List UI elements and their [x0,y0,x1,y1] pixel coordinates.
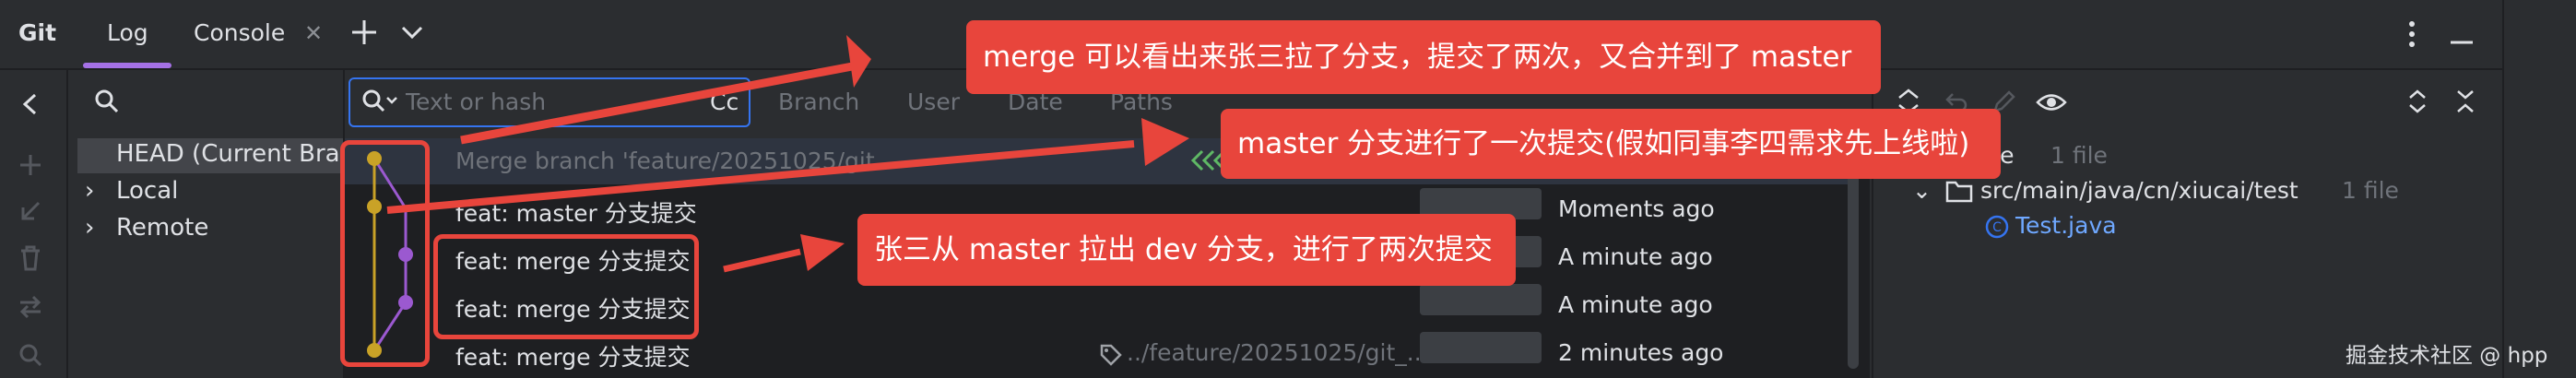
annotation-callout-dev: 张三从 master 拉出 dev 分支，进行了两次提交 [857,214,1516,286]
annotation-callout-master: master 分支进行了一次提交(假如同事李四需求先上线啦) [1221,109,2001,179]
watermark: 掘金技术社区 @ hpp [2346,344,2548,368]
annotation-callout-merge: merge 可以看出来张三拉了分支，提交了两次，又合并到了 master [966,20,1881,94]
